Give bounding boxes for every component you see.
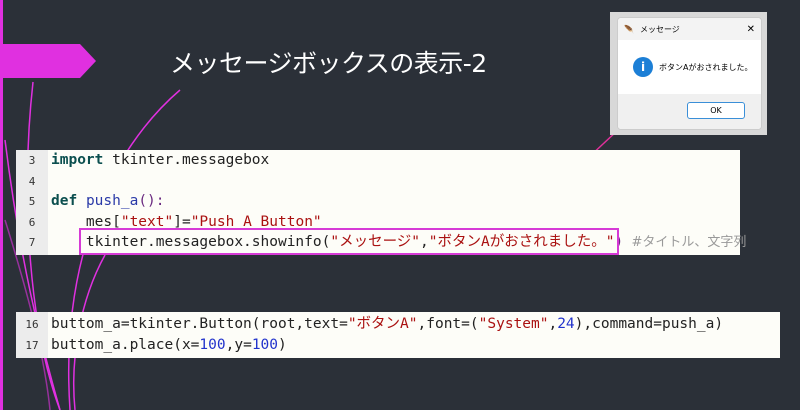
ok-button[interactable]: OK: [687, 102, 745, 119]
code-token: ),command=push_a): [574, 316, 724, 332]
code-line: 5 def push_a():: [16, 191, 740, 212]
code-line: 4: [16, 171, 740, 192]
code-token: ,: [548, 316, 558, 332]
feather-icon: 🪶: [624, 24, 634, 34]
code-token: "System": [478, 316, 549, 332]
info-icon: i: [633, 57, 653, 77]
message-dialog: 🪶 メッセージ ✕ i ボタンAがおされました。 OK: [617, 17, 762, 130]
code-token: 24: [557, 316, 575, 332]
code-token: import: [51, 152, 104, 168]
dialog-message: ボタンAがおされました。: [659, 62, 753, 72]
line-number: 3: [28, 154, 36, 167]
code-block-2: 16 buttom_a=tkinter.Button(root,text="ボタン…: [16, 312, 780, 358]
code-token: tkinter.messagebox: [103, 152, 270, 168]
dialog-titlebar: 🪶 メッセージ ✕: [618, 18, 761, 40]
code-token: ,y=: [225, 336, 252, 353]
line-number: 7: [28, 236, 36, 249]
code-token: buttom_a.place(x=: [51, 336, 200, 353]
code-comment: #タイトル、文字列: [623, 235, 747, 250]
close-icon[interactable]: ✕: [747, 24, 755, 35]
code-token: buttom_a=tkinter.Button(root,text=: [51, 316, 348, 332]
slide-title: メッセージボックスの表示-2: [170, 49, 487, 78]
code-line: 3 import tkinter.messagebox: [16, 150, 740, 171]
code-token: 100: [251, 336, 279, 353]
code-token: ,font=(: [417, 316, 479, 332]
line-number: 16: [25, 318, 39, 331]
highlight-box: [79, 228, 619, 255]
line-number: 5: [28, 195, 36, 208]
code-token: ():: [138, 193, 165, 209]
line-number: 17: [25, 338, 39, 352]
code-token: "ボタンA": [347, 316, 418, 332]
title-arrow-shape: [0, 44, 96, 78]
code-line: 17 buttom_a.place(x=100,y=100): [16, 335, 780, 356]
dialog-title: メッセージ: [639, 24, 680, 34]
code-token: def: [51, 193, 78, 209]
code-token: 100: [199, 336, 226, 353]
line-number: 4: [28, 174, 36, 188]
code-token: push_a: [85, 193, 139, 209]
code-line: 16 buttom_a=tkinter.Button(root,text="ボタン…: [16, 314, 780, 335]
line-number: 6: [28, 215, 36, 229]
code-token: ): [278, 336, 287, 353]
